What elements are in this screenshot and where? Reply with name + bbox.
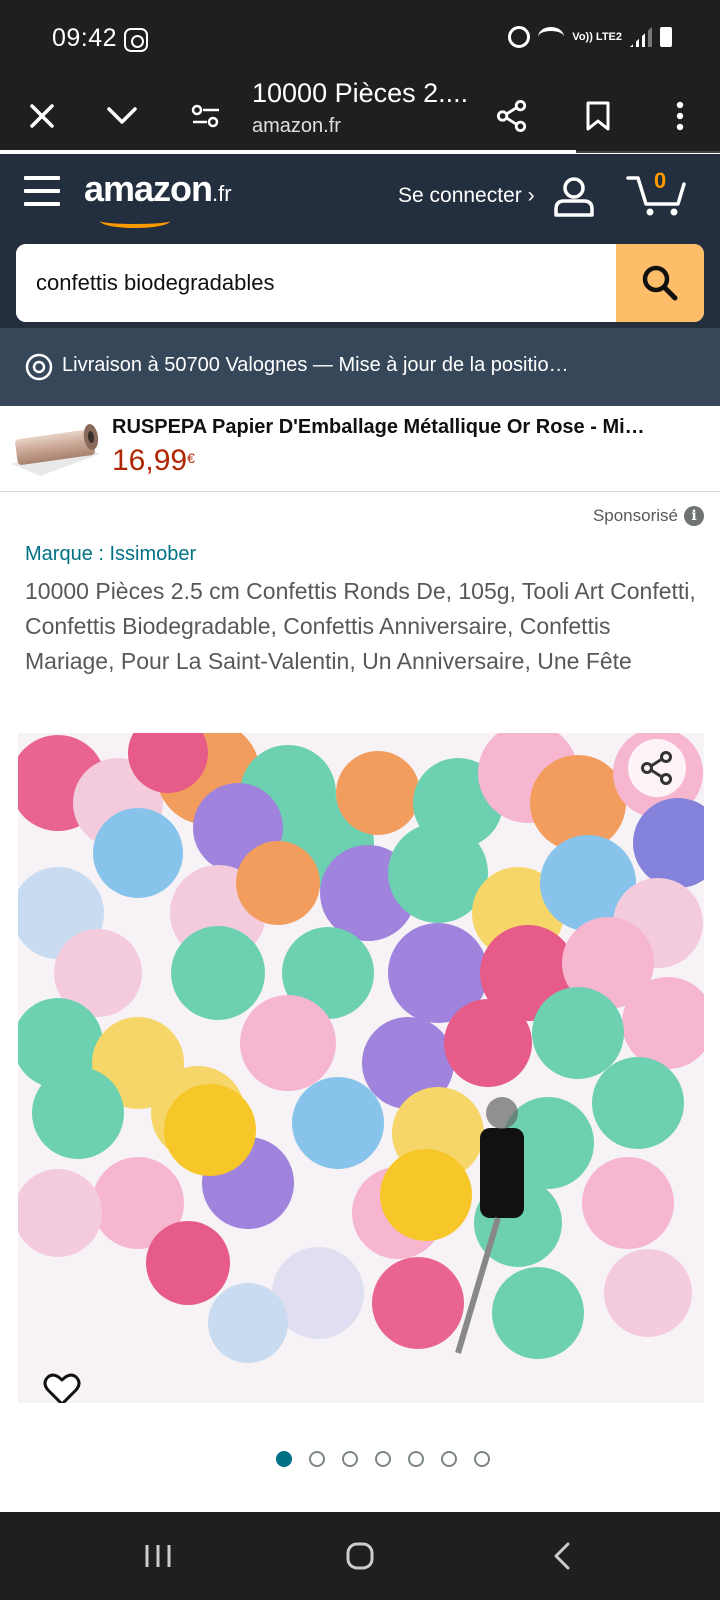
back-icon[interactable] [540,1534,584,1578]
recent-apps-icon[interactable] [136,1534,180,1578]
banner-price: 16,99€ [112,444,195,478]
location-pin-icon [25,353,53,381]
page-title: 10000 Pièces 2.... [252,78,469,108]
wishlist-heart-icon[interactable] [42,1369,82,1403]
search-input[interactable]: confettis biodegradables [16,244,618,322]
battery-icon [660,27,672,47]
wifi-icon [538,27,565,47]
menu-icon[interactable] [24,176,60,208]
sponsored-text: Sponsorisé [592,506,678,525]
logo-tld: .fr [212,181,232,206]
user-icon[interactable] [552,176,596,217]
share-icon [641,751,672,785]
product-title: 10000 Pièces 2.5 cm Confettis Ronds De, … [25,578,696,674]
logo-text: amazon [84,168,213,209]
wrapping-paper-image [12,424,100,476]
search-button[interactable] [616,244,704,322]
page-title-block[interactable]: 10000 Pièces 2.... amazon.fr [0,78,490,153]
delivery-text: Livraison à 50700 Valognes — Mise à jour… [62,354,569,376]
carousel-dot[interactable] [441,1451,457,1467]
carousel-dot[interactable] [309,1451,325,1467]
alarm-icon [508,26,531,48]
banner-price-value: 16,99 [112,444,188,477]
banner-product-title: RUSPEPA Papier D'Emballage Métallique Or… [112,416,645,438]
system-navigation-bar [0,1512,720,1600]
logo-smile-icon [100,214,170,228]
instagram-icon [124,28,148,52]
product-image[interactable] [18,733,704,1403]
status-icons: Vo)) LTE2 [508,26,672,48]
sponsored-product-banner[interactable]: RUSPEPA Papier D'Emballage Métallique Or… [0,406,720,492]
amazon-logo[interactable]: amazon.fr [84,168,232,228]
carousel-dot[interactable] [408,1451,424,1467]
status-bar: 09:42 Vo)) LTE2 [0,0,720,78]
carousel-dot[interactable] [474,1451,490,1467]
delivery-location-bar[interactable]: Livraison à 50700 Valognes — Mise à jour… [0,328,720,406]
confetti-photo [18,733,704,1363]
sponsored-label[interactable]: Sponsorisé i [593,506,704,526]
banner-currency: € [187,450,195,466]
carousel-dot[interactable] [375,1451,391,1467]
browser-toolbar: 10000 Pièces 2.... amazon.fr [0,78,720,153]
image-share-button[interactable] [628,739,686,797]
brand-link[interactable]: Marque : Issimober [25,543,196,566]
image-carousel-dots [0,1451,720,1473]
page-load-progress-track [576,151,720,153]
carousel-dot[interactable] [342,1451,358,1467]
network-label: Vo)) LTE2 [572,30,622,43]
status-time: 09:42 [52,24,118,52]
more-vert-icon[interactable] [664,100,696,132]
cart-count: 0 [654,168,667,193]
home-icon[interactable] [338,1534,382,1578]
amazon-header: amazon.fr Se connecter › 0 confettis bio… [0,154,720,328]
info-icon: i [684,506,704,526]
share-icon[interactable] [496,100,528,132]
search-icon [642,265,678,301]
page-url: amazon.fr [252,115,341,137]
cart-button[interactable]: 0 [626,168,688,218]
carousel-dot[interactable] [276,1451,292,1467]
bookmark-icon[interactable] [582,100,614,132]
signal-icon [630,27,652,47]
search-bar: confettis biodegradables [16,244,704,322]
signin-link[interactable]: Se connecter › [398,184,535,208]
